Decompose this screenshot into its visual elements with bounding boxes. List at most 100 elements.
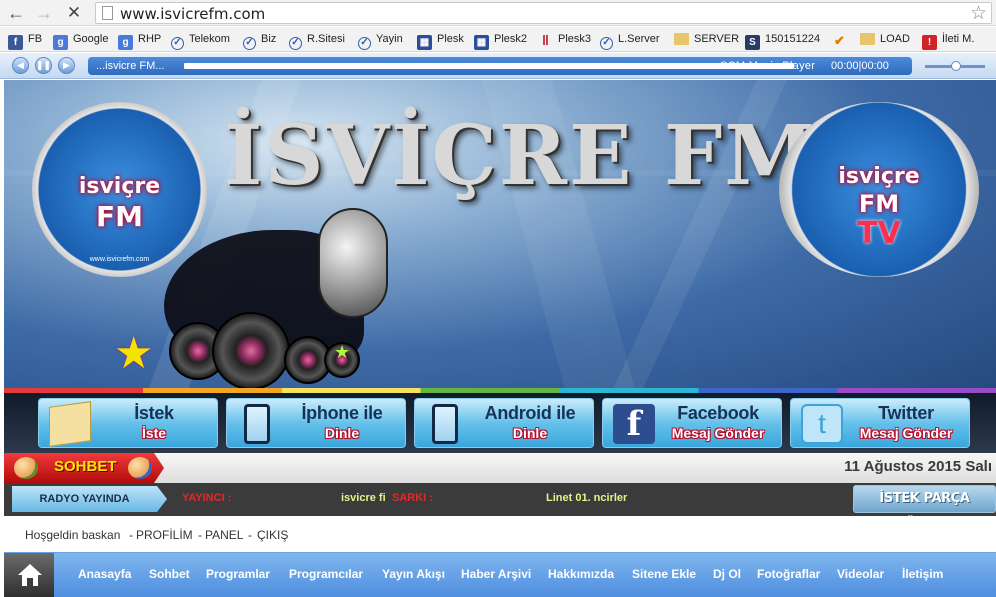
bookmark-checkmark[interactable]: ✔ [832,31,852,48]
bookmark-star-icon[interactable]: ☆ [970,2,987,25]
dj-value: isvicre fi [341,492,386,504]
url-text[interactable]: www.isvicrefm.com [120,5,265,23]
envelope-icon [49,401,91,447]
browser-toolbar: ← → ✕ www.isvicrefm.com ☆ [0,0,996,26]
site-banner: İSVİÇRE FM isviçre FM www.isvicrefm.com … [4,80,996,393]
bookmarks-bar: f FB g Google g RHP ✓ Telekom ✓ Biz ✓ R.Sitesi… [0,27,996,52]
android-listen-button[interactable]: Android ile Dinle [414,398,594,448]
nav-iletisim[interactable]: İletişim [902,567,943,581]
bookmark-biz[interactable]: ✓ Biz [243,31,276,50]
player-name: SCM Music Player [720,60,816,72]
nav-programlar[interactable]: Programlar [206,567,270,581]
nav-hakkimizda[interactable]: Hakkımızda [548,567,614,581]
separator: - [129,528,133,542]
star-icon: ★ [114,329,154,378]
nav-anasayfa[interactable]: Anasayfa [78,567,131,581]
speaker-image [212,312,290,390]
plesk-icon: ▦ [417,35,432,50]
bookmark-load[interactable]: LOAD [860,31,910,48]
bookmark-150151224[interactable]: S 150151224 [745,31,820,50]
nav-dj-ol[interactable]: Dj Ol [713,567,741,581]
logout-link[interactable]: ÇIKIŞ [257,528,288,542]
checkmark-icon: ✔ [834,33,845,48]
forward-arrow-icon[interactable]: → [34,3,54,23]
nav-programcilar[interactable]: Programcılar [289,567,363,581]
user-welcome-bar: Hoşgeldin baskan - PROFİLİM - PANEL - ÇI… [4,516,996,552]
stop-icon[interactable]: ✕ [64,3,84,23]
star-icon: ★ [334,342,351,362]
people-icon [14,457,38,479]
iphone-listen-button[interactable]: İphone ile Dinle [226,398,406,448]
separator: - [248,528,252,542]
chat-bar: SOHBET 11 Ağustos 2015 Salı [4,453,996,483]
welcome-greeting: Hoşgeldin baskan [25,528,121,542]
site-title: İSVİÇRE FM [224,108,817,204]
bookmark-server[interactable]: SERVER [674,31,739,48]
bookmark-rsitesi[interactable]: ✓ R.Sitesi [289,31,345,50]
bookmark-ileti[interactable]: ! İleti M. [922,31,974,50]
bookmark-fb[interactable]: f FB [8,31,42,50]
panel-link[interactable]: PANEL [205,528,243,542]
radio-live-badge: RADYO YAYINDA [12,486,167,512]
nav-sohbet[interactable]: Sohbet [149,567,190,581]
action-buttons-row: İstek İste İphone ile Dinle Android ile … [4,393,996,453]
tv-logo[interactable]: isviçre FM TV [779,102,979,277]
check-circle-icon: ✓ [600,37,613,50]
song-label: SARKI : [392,492,433,504]
previous-icon[interactable]: ◀ [12,57,29,74]
next-icon[interactable]: ▶ [58,57,75,74]
folder-icon [860,33,875,45]
nav-haber-arsivi[interactable]: Haber Arşivi [461,567,531,581]
microphone-image [318,208,388,318]
chat-tab[interactable]: SOHBET [4,453,164,483]
google-icon: g [118,35,133,50]
dj-label: YAYINCI : [182,492,232,504]
bookmark-yayin[interactable]: ✓ Yayin [358,31,403,50]
back-arrow-icon[interactable]: ← [6,3,26,23]
nav-yayin-akisi[interactable]: Yayın Akışı [382,567,445,581]
check-circle-icon: ✓ [289,37,302,50]
plesk-icon: ▦ [474,35,489,50]
player-title: ...isvicre FM... [96,60,165,72]
request-button[interactable]: İstek İste [38,398,218,448]
twitter-message-button[interactable]: t Twitter Mesaj Gönder [790,398,970,448]
bookmark-telekom[interactable]: ✓ Telekom [171,31,230,50]
message-icon: ! [922,35,937,50]
check-circle-icon: ✓ [171,37,184,50]
people-icon [128,457,152,479]
bookmark-plesk3[interactable]: ‖ Plesk3 [538,31,591,48]
volume-knob[interactable] [951,61,961,71]
bookmark-google[interactable]: g Google [53,31,108,50]
check-circle-icon: ✓ [243,37,256,50]
home-button[interactable] [4,553,54,597]
nav-sitene-ekle[interactable]: Sitene Ekle [632,567,696,581]
bookmark-plesk[interactable]: ▦ Plesk [417,31,464,50]
facebook-message-button[interactable]: f Facebook Mesaj Gönder [602,398,782,448]
bookmark-plesk2[interactable]: ▦ Plesk2 [474,31,527,50]
bookmark-lserver[interactable]: ✓ L.Server [600,31,660,50]
nav-fotograflar[interactable]: Fotoğraflar [757,567,820,581]
profile-link[interactable]: PROFİLİM [136,528,193,542]
address-bar[interactable]: www.isvicrefm.com ☆ [95,2,992,24]
radio-logo[interactable]: isviçre FM www.isvicrefm.com [32,102,207,277]
page-icon [102,6,113,20]
nav-videolar[interactable]: Videolar [837,567,884,581]
chat-label: SOHBET [54,458,117,475]
send-request-button[interactable]: İSTEK PARÇA GÖNDER [853,485,996,532]
pause-icon[interactable]: ❚❚ [35,57,52,74]
home-icon [18,564,42,586]
facebook-icon: f [613,404,655,444]
folder-icon [674,33,689,45]
song-value: Linet 01. ncirler [546,492,628,504]
check-circle-icon: ✓ [358,37,371,50]
twitter-icon: t [801,404,843,444]
android-phone-icon [432,404,458,444]
bookmark-rhp[interactable]: g RHP [118,31,161,50]
player-time: 00:00|00:00 [831,60,889,72]
server-icon: S [745,35,760,50]
volume-slider[interactable] [925,61,985,71]
player-progress-bar[interactable] [184,63,794,69]
music-player: ◀ ❚❚ ▶ ...isvicre FM... SCM Music Player… [0,53,996,79]
main-navigation: Anasayfa Sohbet Programlar Programcılar … [4,552,996,597]
plesk3-icon: ‖ [542,32,549,48]
